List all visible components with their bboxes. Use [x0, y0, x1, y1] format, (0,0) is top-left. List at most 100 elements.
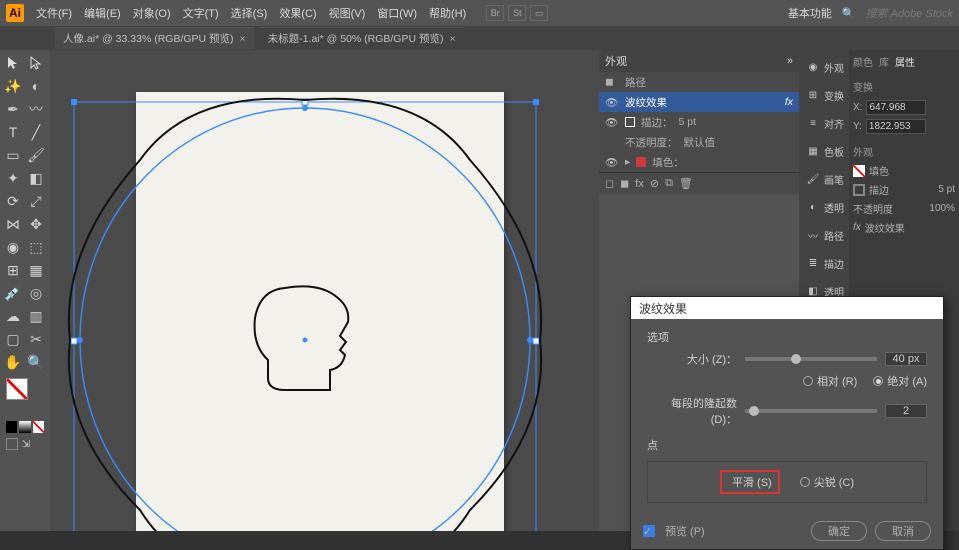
appearance-panel-header[interactable]: 外观 »	[599, 50, 799, 72]
perspective-tool[interactable]: ⬚	[25, 236, 47, 258]
clear-icon[interactable]: ⊘	[650, 177, 659, 190]
fill-stroke-swatch[interactable]	[6, 378, 40, 408]
rect-tool[interactable]: ▭	[2, 144, 24, 166]
close-icon[interactable]: ×	[240, 33, 246, 45]
lasso-tool[interactable]: ◐	[25, 75, 47, 97]
artboard-tool[interactable]: ▢	[2, 328, 24, 350]
menu-type[interactable]: 文字(T)	[183, 5, 219, 21]
tab-document-2[interactable]: 未标题-1.ai* @ 50% (RGB/GPU 预览) ×	[260, 27, 464, 49]
appearance-row-fill[interactable]: 👁 ▸ 填色：	[599, 152, 799, 172]
dock-stroke[interactable]: ≣描边	[804, 252, 844, 274]
mesh-tool[interactable]: ⊞	[2, 259, 24, 281]
add-effect-icon[interactable]: fx	[635, 178, 644, 190]
scale-tool[interactable]: ⤢	[25, 190, 47, 212]
gradient-tool[interactable]: ▦	[25, 259, 47, 281]
panel-collapse-icon[interactable]: »	[787, 55, 793, 67]
radio-relative[interactable]: 相对 (R)	[803, 373, 857, 389]
tab-libraries[interactable]: 库	[879, 54, 889, 69]
brush-tool[interactable]: 🖌	[25, 144, 47, 166]
visibility-icon[interactable]: 👁	[605, 116, 619, 129]
trash-icon[interactable]: 🗑	[679, 177, 693, 190]
add-stroke-icon[interactable]: ◻	[605, 177, 614, 190]
ridges-value[interactable]: 2	[885, 404, 927, 418]
zoom-tool[interactable]: 🔍	[25, 351, 47, 373]
menu-view[interactable]: 视图(V)	[329, 5, 366, 21]
menu-edit[interactable]: 编辑(E)	[84, 5, 121, 21]
width-tool[interactable]: ⋈	[2, 213, 24, 235]
preview-checkbox[interactable]: ✓	[643, 525, 655, 537]
cancel-button[interactable]: 取消	[875, 521, 931, 541]
search-input[interactable]: 搜索 Adobe Stock	[866, 5, 953, 21]
dock-swatches[interactable]: ▦色板	[804, 140, 844, 162]
type-tool[interactable]: T	[2, 121, 24, 143]
radio-corner[interactable]: 尖锐 (C)	[800, 470, 854, 494]
menu-help[interactable]: 帮助(H)	[429, 5, 466, 21]
eraser-tool[interactable]: ◧	[25, 167, 47, 189]
ridges-slider[interactable]	[745, 409, 877, 413]
prop-y[interactable]: Y:	[853, 119, 955, 134]
dock-transparency[interactable]: ◐透明	[804, 196, 844, 218]
swatch-color[interactable]	[6, 421, 17, 433]
prop-x[interactable]: X:	[853, 100, 955, 115]
menu-object[interactable]: 对象(O)	[133, 5, 171, 21]
arrange-icon[interactable]: ▭	[530, 5, 548, 21]
y-input[interactable]	[866, 119, 926, 134]
appearance-row-opacity[interactable]: 不透明度： 默认值	[599, 132, 799, 152]
curve-tool[interactable]: 〰	[25, 98, 47, 120]
shape-builder-tool[interactable]: ◉	[2, 236, 24, 258]
tab-properties[interactable]: 属性	[895, 54, 915, 69]
eyedropper-tool[interactable]: 💉	[2, 282, 24, 304]
radio-absolute[interactable]: 绝对 (A)	[873, 373, 927, 389]
menu-window[interactable]: 窗口(W)	[377, 5, 417, 21]
slice-tool[interactable]: ✂	[25, 328, 47, 350]
symbol-tool[interactable]: ☁	[2, 305, 24, 327]
dock-brushes[interactable]: 🖌画笔	[804, 168, 844, 190]
dock-path[interactable]: 〰路径	[804, 224, 844, 246]
rotate-tool[interactable]: ⟳	[2, 190, 24, 212]
stroke-swatch-icon[interactable]	[625, 117, 635, 127]
radio-smooth[interactable]: 平滑 (S)	[720, 470, 780, 494]
fx-badge[interactable]: fx	[785, 96, 793, 108]
free-transform-tool[interactable]: ✥	[25, 213, 47, 235]
dock-align[interactable]: ≡对齐	[804, 112, 844, 134]
visibility-icon[interactable]: 👁	[605, 96, 619, 109]
hand-tool[interactable]: ✋	[2, 351, 24, 373]
stock-icon[interactable]: St	[508, 5, 526, 21]
close-icon[interactable]: ×	[449, 33, 455, 45]
magic-wand-tool[interactable]: ✨	[2, 75, 24, 97]
size-value[interactable]: 40 px	[885, 352, 927, 366]
selection-tool[interactable]	[2, 52, 24, 74]
add-fill-icon[interactable]: ◼	[620, 177, 629, 190]
stroke-swatch-icon[interactable]	[853, 184, 865, 196]
fill-none-icon[interactable]	[853, 165, 865, 177]
tab-document-1[interactable]: 人像.ai* @ 33.33% (RGB/GPU 预览) ×	[55, 27, 254, 49]
screen-mode-normal[interactable]	[6, 438, 18, 450]
workspace-switcher[interactable]: 基本功能	[788, 5, 832, 21]
ok-button[interactable]: 确定	[811, 521, 867, 541]
fill-swatch-icon[interactable]	[636, 157, 646, 167]
change-screen-mode[interactable]: ⇲	[20, 438, 32, 450]
blend-tool[interactable]: ◎	[25, 282, 47, 304]
menu-select[interactable]: 选择(S)	[231, 5, 268, 21]
visibility-icon[interactable]: 👁	[605, 156, 619, 169]
duplicate-icon[interactable]: ⧉	[665, 177, 673, 190]
direct-select-tool[interactable]	[25, 52, 47, 74]
x-input[interactable]	[866, 100, 926, 115]
line-tool[interactable]: ╱	[25, 121, 47, 143]
size-slider[interactable]	[745, 357, 877, 361]
menu-effect[interactable]: 效果(C)	[279, 5, 316, 21]
dock-appearance[interactable]: ◉外观	[804, 56, 844, 78]
appearance-row-stroke[interactable]: 👁 描边： 5 pt	[599, 112, 799, 132]
appearance-row-effect[interactable]: 👁 波纹效果 fx	[599, 92, 799, 112]
tab-color[interactable]: 颜色	[853, 54, 873, 69]
dock-transform[interactable]: ⊞变换	[804, 84, 844, 106]
swatch-none[interactable]	[33, 421, 44, 433]
search-icon[interactable]: 🔍	[842, 7, 856, 20]
bridge-icon[interactable]: Br	[486, 5, 504, 21]
canvas-area[interactable]	[50, 50, 599, 531]
graph-tool[interactable]: ▥	[25, 305, 47, 327]
swatch-gradient[interactable]	[19, 421, 30, 433]
menu-file[interactable]: 文件(F)	[36, 5, 72, 21]
shaper-tool[interactable]: ✦	[2, 167, 24, 189]
pen-tool[interactable]: ✒	[2, 98, 24, 120]
